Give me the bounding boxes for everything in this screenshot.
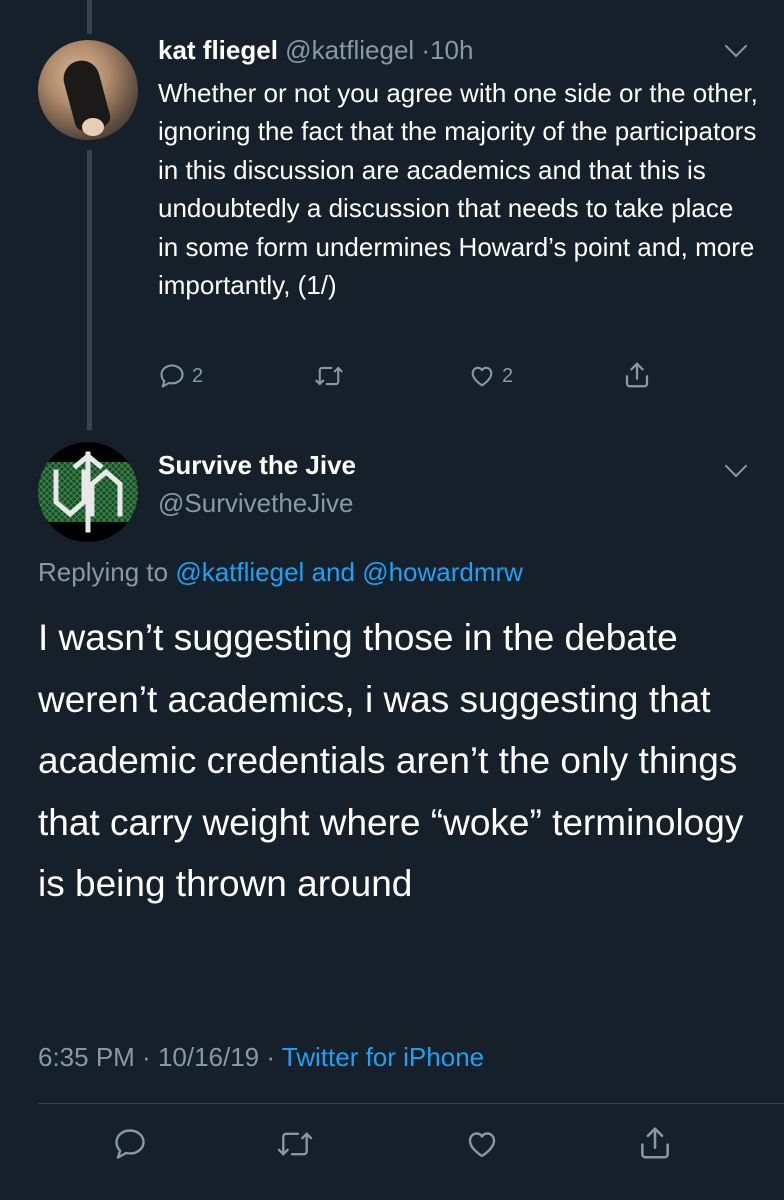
username[interactable]: @katfliegel: [285, 35, 414, 65]
share-button[interactable]: [636, 1124, 674, 1162]
reply-icon: [158, 362, 186, 390]
reply-button[interactable]: [112, 1126, 148, 1162]
tweet-header: kat fliegel @katfliegel ·10h: [158, 34, 473, 66]
share-icon: [636, 1124, 674, 1162]
like-button[interactable]: [464, 1126, 500, 1162]
tweet-timestamp: 6:35 PM · 10/16/19 · Twitter for iPhone: [38, 1042, 485, 1072]
avatar[interactable]: [38, 442, 138, 542]
chevron-down-icon[interactable]: [724, 34, 748, 58]
separator: ·: [421, 35, 431, 65]
thread-line: [87, 150, 92, 430]
share-button[interactable]: [622, 360, 652, 390]
chevron-down-icon[interactable]: [724, 454, 748, 478]
retweet-icon: [314, 362, 344, 390]
share-icon: [622, 360, 652, 390]
reply-count: 2: [192, 364, 204, 387]
display-name[interactable]: kat fliegel: [158, 35, 278, 65]
mention-link[interactable]: @howardmrw: [362, 557, 523, 587]
replying-and[interactable]: and: [312, 557, 355, 587]
avatar[interactable]: [38, 40, 138, 140]
like-count: 2: [502, 364, 514, 387]
retweet-button[interactable]: [314, 362, 344, 390]
divider: [38, 1103, 784, 1104]
thread-line: [87, 0, 92, 34]
retweet-icon: [276, 1126, 314, 1162]
username[interactable]: @SurvivetheJive: [158, 487, 353, 519]
like-button[interactable]: 2: [468, 362, 513, 390]
mention-link[interactable]: @katfliegel: [175, 557, 304, 587]
replying-prefix: Replying to: [38, 557, 169, 587]
tweet-date: 10/16/19: [157, 1042, 260, 1072]
heart-icon: [464, 1126, 500, 1162]
tweet-text: I wasn’t suggesting those in the debate …: [38, 617, 744, 904]
reply-button[interactable]: 2: [158, 362, 203, 390]
display-name[interactable]: Survive the Jive: [158, 449, 356, 481]
tweet-time: 6:35 PM: [38, 1042, 135, 1072]
timestamp[interactable]: 10h: [430, 35, 473, 65]
retweet-button[interactable]: [276, 1126, 314, 1162]
heart-icon: [468, 362, 496, 390]
tweet-source[interactable]: Twitter for iPhone: [282, 1042, 484, 1072]
reply-icon: [112, 1126, 148, 1162]
tweet-text: Whether or not you agree with one side o…: [158, 78, 758, 301]
replying-to: Replying to @katfliegel and @howardmrw: [38, 556, 523, 588]
